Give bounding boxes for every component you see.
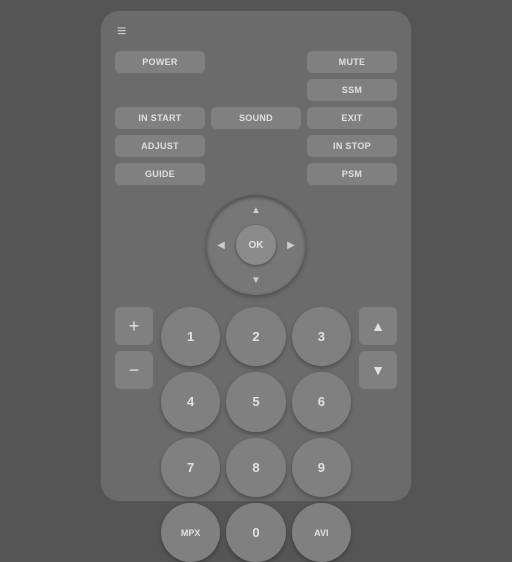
psm-button[interactable]: PSM <box>307 163 397 185</box>
volume-controls: + − <box>115 307 153 389</box>
adjust-button[interactable]: ADJUST <box>115 135 205 157</box>
num-9-button[interactable]: 9 <box>292 438 351 497</box>
num-5-button[interactable]: 5 <box>226 372 285 431</box>
bottom-section: + − 1 2 3 4 5 6 7 8 9 MPX 0 AVI ▲ ▼ <box>115 307 397 562</box>
channel-down-button[interactable]: ▼ <box>359 351 397 389</box>
channel-controls: ▲ ▼ <box>359 307 397 389</box>
numpad: 1 2 3 4 5 6 7 8 9 MPX 0 AVI <box>161 307 351 562</box>
ok-button[interactable]: OK <box>236 225 276 265</box>
num-4-button[interactable]: 4 <box>161 372 220 431</box>
top-button-grid: POWER MUTE <box>115 51 397 73</box>
dpad-left-button[interactable]: ◀ <box>211 235 231 255</box>
sound-button[interactable]: SOUND <box>211 107 301 129</box>
ssm-button[interactable]: SSM <box>307 79 397 101</box>
top-button-grid-3: IN START SOUND EXIT <box>115 107 397 129</box>
dpad-right-button[interactable]: ▶ <box>281 235 301 255</box>
dpad-up-button[interactable]: ▲ <box>246 200 266 220</box>
top-button-grid-4: ADJUST IN STOP <box>115 135 397 157</box>
in-stop-button[interactable]: IN STOP <box>307 135 397 157</box>
empty-3 <box>211 79 301 101</box>
exit-button[interactable]: EXIT <box>307 107 397 129</box>
dpad-section: ▲ ▼ ◀ ▶ OK <box>115 195 397 295</box>
channel-up-button[interactable]: ▲ <box>359 307 397 345</box>
empty-5 <box>211 163 301 185</box>
guide-button[interactable]: GUIDE <box>115 163 205 185</box>
in-start-button[interactable]: IN START <box>115 107 205 129</box>
menu-icon[interactable]: ≡ <box>115 23 397 41</box>
empty-2 <box>115 79 205 101</box>
empty-1 <box>211 51 301 73</box>
remote-control: ≡ POWER MUTE SSM IN START SOUND EXIT ADJ… <box>101 11 411 501</box>
mute-button[interactable]: MUTE <box>307 51 397 73</box>
num-8-button[interactable]: 8 <box>226 438 285 497</box>
num-7-button[interactable]: 7 <box>161 438 220 497</box>
top-button-grid-2: SSM <box>115 79 397 101</box>
volume-up-button[interactable]: + <box>115 307 153 345</box>
num-3-button[interactable]: 3 <box>292 307 351 366</box>
dpad-down-button[interactable]: ▼ <box>246 270 266 290</box>
power-button[interactable]: POWER <box>115 51 205 73</box>
dpad: ▲ ▼ ◀ ▶ OK <box>206 195 306 295</box>
volume-down-button[interactable]: − <box>115 351 153 389</box>
top-button-grid-5: GUIDE PSM <box>115 163 397 185</box>
num-1-button[interactable]: 1 <box>161 307 220 366</box>
empty-4 <box>211 135 301 157</box>
num-6-button[interactable]: 6 <box>292 372 351 431</box>
num-2-button[interactable]: 2 <box>226 307 285 366</box>
